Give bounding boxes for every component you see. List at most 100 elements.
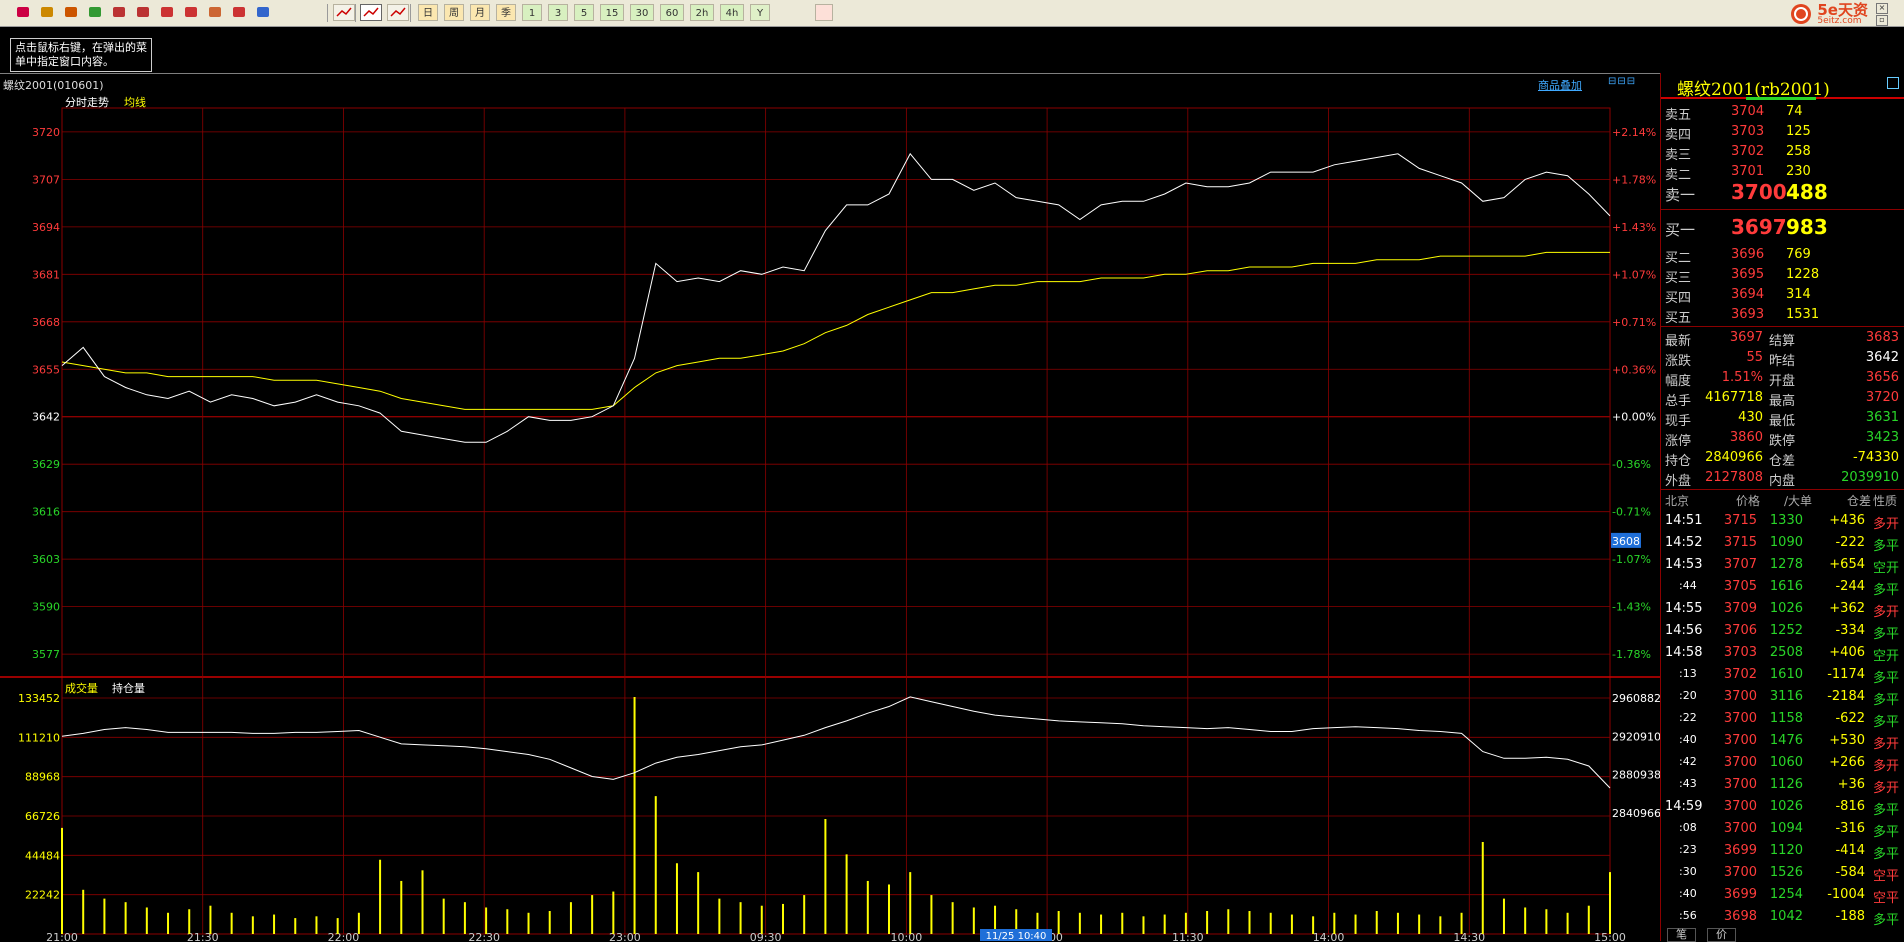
tick-nature: 多平: [1872, 671, 1899, 686]
tick-oi-change: -1174: [1827, 667, 1865, 682]
tick-volume: 1476: [1769, 733, 1803, 748]
tick-row[interactable]: :44 3705 1616 -244 多平: [1661, 576, 1904, 598]
price-tick-label: 3668: [32, 316, 60, 329]
close-icon[interactable]: ×: [1876, 2, 1888, 14]
stat-label: 现手: [1665, 414, 1692, 429]
stat-row: 外盘 2127808 内盘 2039910: [1661, 468, 1904, 489]
tick-row[interactable]: :43 3700 1126 +36 多开: [1661, 774, 1904, 796]
bid-volume: 314: [1786, 287, 1811, 302]
tick-price: 3702: [1723, 667, 1757, 682]
tick-row[interactable]: :23 3699 1120 -414 多平: [1661, 840, 1904, 862]
tick-time: :42: [1679, 755, 1697, 768]
tick-price: 3709: [1723, 601, 1757, 616]
tick-volume: 2508: [1769, 645, 1803, 660]
tick-nature: 多开: [1872, 737, 1899, 752]
tick-volume: 3116: [1769, 689, 1803, 704]
tick-nature: 空开: [1872, 561, 1899, 576]
tick-nature: 多平: [1872, 627, 1899, 642]
stat-row: 最新 3697 结算 3683: [1661, 328, 1904, 349]
ask-row[interactable]: 卖三 3702 258: [1661, 142, 1904, 163]
tick-row[interactable]: :56 3698 1042 -188 多平: [1661, 906, 1904, 928]
tick-row[interactable]: :42 3700 1060 +266 多开: [1661, 752, 1904, 774]
bid-volume: 1531: [1786, 307, 1820, 322]
tick-oi-change: +266: [1829, 755, 1865, 770]
avg-line: [61, 251, 1610, 410]
stat-label: 仓差: [1769, 454, 1796, 469]
bid-row[interactable]: 买一 3697 983: [1661, 213, 1904, 241]
tick-row[interactable]: 14:53 3707 1278 +654 空开: [1661, 554, 1904, 576]
stat-value: 3860: [1729, 430, 1763, 445]
tick-volume: 1610: [1769, 667, 1803, 682]
tick-row[interactable]: 14:55 3709 1026 +362 多开: [1661, 598, 1904, 620]
tick-price: 3700: [1723, 711, 1757, 726]
open-interest-line: [61, 696, 1611, 789]
ask-volume: 230: [1786, 164, 1811, 179]
bottom-tab-1[interactable]: 价: [1707, 928, 1736, 942]
bid-price: 3694: [1731, 287, 1765, 302]
book-divider: [1661, 326, 1904, 327]
volume-tick-label: 88968: [25, 771, 60, 784]
logo-text: 5e天资: [1817, 0, 1868, 19]
tick-time: :30: [1679, 865, 1697, 878]
tick-time: :40: [1679, 887, 1697, 900]
tick-price: 3706: [1723, 623, 1757, 638]
bid-volume: 769: [1786, 247, 1811, 262]
tick-price: 3715: [1723, 513, 1757, 528]
tick-volume: 1254: [1769, 887, 1803, 902]
tick-row[interactable]: :30 3700 1526 -584 空平: [1661, 862, 1904, 884]
ask-volume: 74: [1786, 104, 1803, 119]
ask-row[interactable]: 卖五 3704 74: [1661, 102, 1904, 123]
ask-row[interactable]: 卖四 3703 125: [1661, 122, 1904, 143]
pct-tick-label: -1.78%: [1612, 648, 1651, 661]
tick-price: 3700: [1723, 689, 1757, 704]
bid-row[interactable]: 买五 3693 1531: [1661, 305, 1904, 326]
tick-row[interactable]: 14:59 3700 1026 -816 多平: [1661, 796, 1904, 818]
avg-title: 均线: [124, 95, 146, 109]
tick-row[interactable]: :08 3700 1094 -316 多平: [1661, 818, 1904, 840]
tick-time: :56: [1679, 909, 1697, 922]
tick-time: :44: [1679, 579, 1697, 592]
oi-tick-label: 2880938: [1612, 769, 1660, 782]
pct-tick-label: -0.71%: [1612, 506, 1651, 519]
pct-tick-label: -0.36%: [1612, 458, 1651, 471]
tick-row[interactable]: 14:58 3703 2508 +406 空开: [1661, 642, 1904, 664]
bid-row[interactable]: 买四 3694 314: [1661, 285, 1904, 306]
tick-row[interactable]: :40 3699 1254 -1004 空平: [1661, 884, 1904, 906]
tick-row[interactable]: 14:52 3715 1090 -222 多平: [1661, 532, 1904, 554]
tick-oi-change: -584: [1835, 865, 1865, 880]
tick-row[interactable]: 14:56 3706 1252 -334 多平: [1661, 620, 1904, 642]
oi-title: 持仓量: [112, 681, 145, 695]
bid-row[interactable]: 买三 3695 1228: [1661, 265, 1904, 286]
tick-time: :13: [1679, 667, 1697, 680]
tick-oi-change: -816: [1835, 799, 1865, 814]
panel-title: 螺纹2001(rb2001): [1661, 73, 1904, 100]
tick-price: 3700: [1723, 865, 1757, 880]
ask-price: 3702: [1731, 144, 1765, 159]
price-title: 分时走势: [65, 96, 109, 109]
tick-nature: 空平: [1872, 869, 1899, 884]
tick-oi-change: +36: [1837, 777, 1865, 792]
tick-row[interactable]: :40 3700 1476 +530 多开: [1661, 730, 1904, 752]
tick-volume: 1330: [1769, 513, 1803, 528]
tick-row[interactable]: :13 3702 1610 -1174 多平: [1661, 664, 1904, 686]
time-label: 11:30: [1172, 931, 1204, 941]
stat-row: 持仓 2840966 仓差 -74330: [1661, 448, 1904, 469]
ask-price: 3700: [1731, 180, 1787, 204]
bid-row[interactable]: 买二 3696 769: [1661, 245, 1904, 266]
pct-tick-label: +0.36%: [1612, 363, 1656, 376]
tick-price: 3715: [1723, 535, 1757, 550]
price-tick-label: 3642: [32, 411, 60, 424]
bottom-tab-0[interactable]: 笔: [1667, 928, 1696, 942]
tick-row[interactable]: :22 3700 1158 -622 多平: [1661, 708, 1904, 730]
intraday-chart[interactable]: 3720 +2.14% 3707 +1.78% 3694 +1.43% 3681 +1.07%…: [0, 0, 1660, 941]
tick-row[interactable]: 14:51 3715 1330 +436 多开: [1661, 510, 1904, 532]
ask-label: 卖三: [1665, 148, 1692, 163]
price-tick-label: 3603: [32, 553, 60, 566]
restore-icon[interactable]: ▫: [1876, 14, 1888, 26]
bid-label: 买五: [1665, 311, 1692, 326]
stat-value: 2039910: [1841, 470, 1899, 485]
panel-menu-icon[interactable]: [1887, 77, 1899, 89]
ask-row[interactable]: 卖一 3700 488: [1661, 178, 1904, 206]
bid-price: 3695: [1731, 267, 1765, 282]
tick-row[interactable]: :20 3700 3116 -2184 多平: [1661, 686, 1904, 708]
